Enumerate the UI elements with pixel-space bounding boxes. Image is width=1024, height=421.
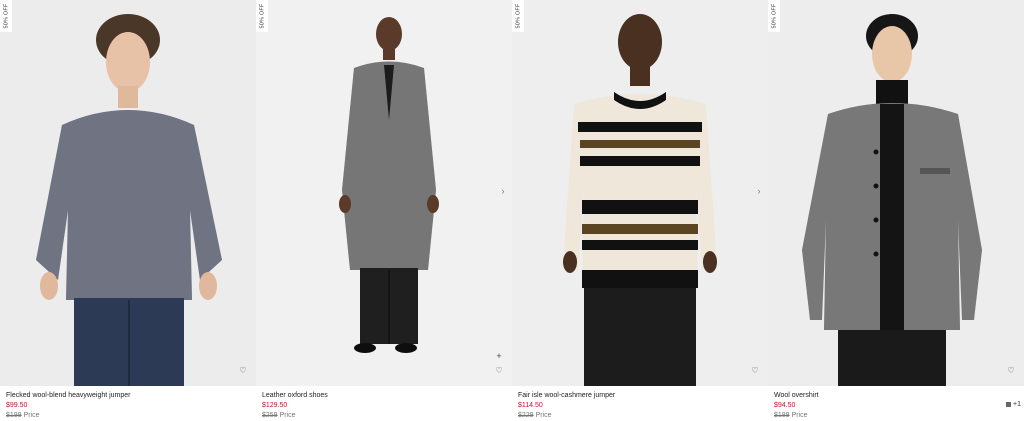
chevron-right-icon[interactable]: › <box>754 186 764 196</box>
product-name[interactable]: Flecked wool-blend heavyweight jumper <box>6 391 256 401</box>
discount-badge: 50% OFF <box>768 0 780 32</box>
extra-colors-count: +1 <box>1013 401 1021 408</box>
color-options[interactable]: +1 <box>1006 401 1021 408</box>
sale-price: $99.50 <box>6 402 28 409</box>
product-image[interactable]: 50% OFF › ♡ <box>512 0 768 386</box>
price-label: Price <box>279 412 296 419</box>
original-price-value: $189 <box>774 412 790 419</box>
original-price: $189 Price <box>774 411 1024 421</box>
product-info: Fair isle wool-cashmere jumper $114.50 $… <box>512 386 768 421</box>
original-price: $229 Price <box>518 411 768 421</box>
heart-icon[interactable]: ♡ <box>750 366 760 376</box>
product-grid: 50% OFF ♡ Flecked wool-blend heavyweight… <box>0 0 1024 419</box>
price-label: Price <box>791 412 808 419</box>
product-image[interactable]: 50% OFF ♡ <box>768 0 1024 386</box>
product-card[interactable]: 50% OFF › + ♡ Leather oxford shoes $129.… <box>256 0 512 419</box>
model-photo <box>0 0 256 386</box>
sale-price: $94.50 <box>774 402 796 409</box>
model-photo <box>256 0 512 386</box>
discount-badge: 50% OFF <box>512 0 524 32</box>
model-photo <box>512 0 768 386</box>
product-name[interactable]: Leather oxford shoes <box>262 391 512 401</box>
heart-icon[interactable]: ♡ <box>494 366 504 376</box>
heart-icon[interactable]: ♡ <box>1006 366 1016 376</box>
original-price: $199 Price <box>6 411 256 421</box>
product-name[interactable]: Wool overshirt <box>774 391 1024 401</box>
product-image[interactable]: 50% OFF › + ♡ <box>256 0 512 386</box>
sale-price: $129.50 <box>262 402 288 409</box>
original-price-value: $229 <box>518 412 534 419</box>
color-swatch[interactable] <box>1006 402 1012 407</box>
original-price-value: $199 <box>6 412 22 419</box>
product-info: Flecked wool-blend heavyweight jumper $9… <box>0 386 256 421</box>
discount-badge: 50% OFF <box>256 0 268 32</box>
product-card[interactable]: 50% OFF › ♡ Fair isle wool-cashmere jump… <box>512 0 768 419</box>
discount-badge: 50% OFF <box>0 0 12 32</box>
product-info: Leather oxford shoes $129.50 $259 Price <box>256 386 512 421</box>
original-price-value: $259 <box>262 412 278 419</box>
heart-icon[interactable]: ♡ <box>238 366 248 376</box>
original-price: $259 Price <box>262 411 512 421</box>
chevron-right-icon[interactable]: › <box>498 186 508 196</box>
price-label: Price <box>23 412 40 419</box>
plus-icon[interactable]: + <box>494 351 504 361</box>
product-info: Wool overshirt $94.50 $189 Price <box>768 386 1024 421</box>
price-label: Price <box>535 412 552 419</box>
product-name[interactable]: Fair isle wool-cashmere jumper <box>518 391 768 401</box>
product-card[interactable]: 50% OFF ♡ Flecked wool-blend heavyweight… <box>0 0 256 419</box>
model-photo <box>768 0 1024 386</box>
product-card[interactable]: 50% OFF ♡ Wool overshirt $94.50 $189 Pri… <box>768 0 1024 419</box>
product-image[interactable]: 50% OFF ♡ <box>0 0 256 386</box>
sale-price: $114.50 <box>518 402 543 409</box>
